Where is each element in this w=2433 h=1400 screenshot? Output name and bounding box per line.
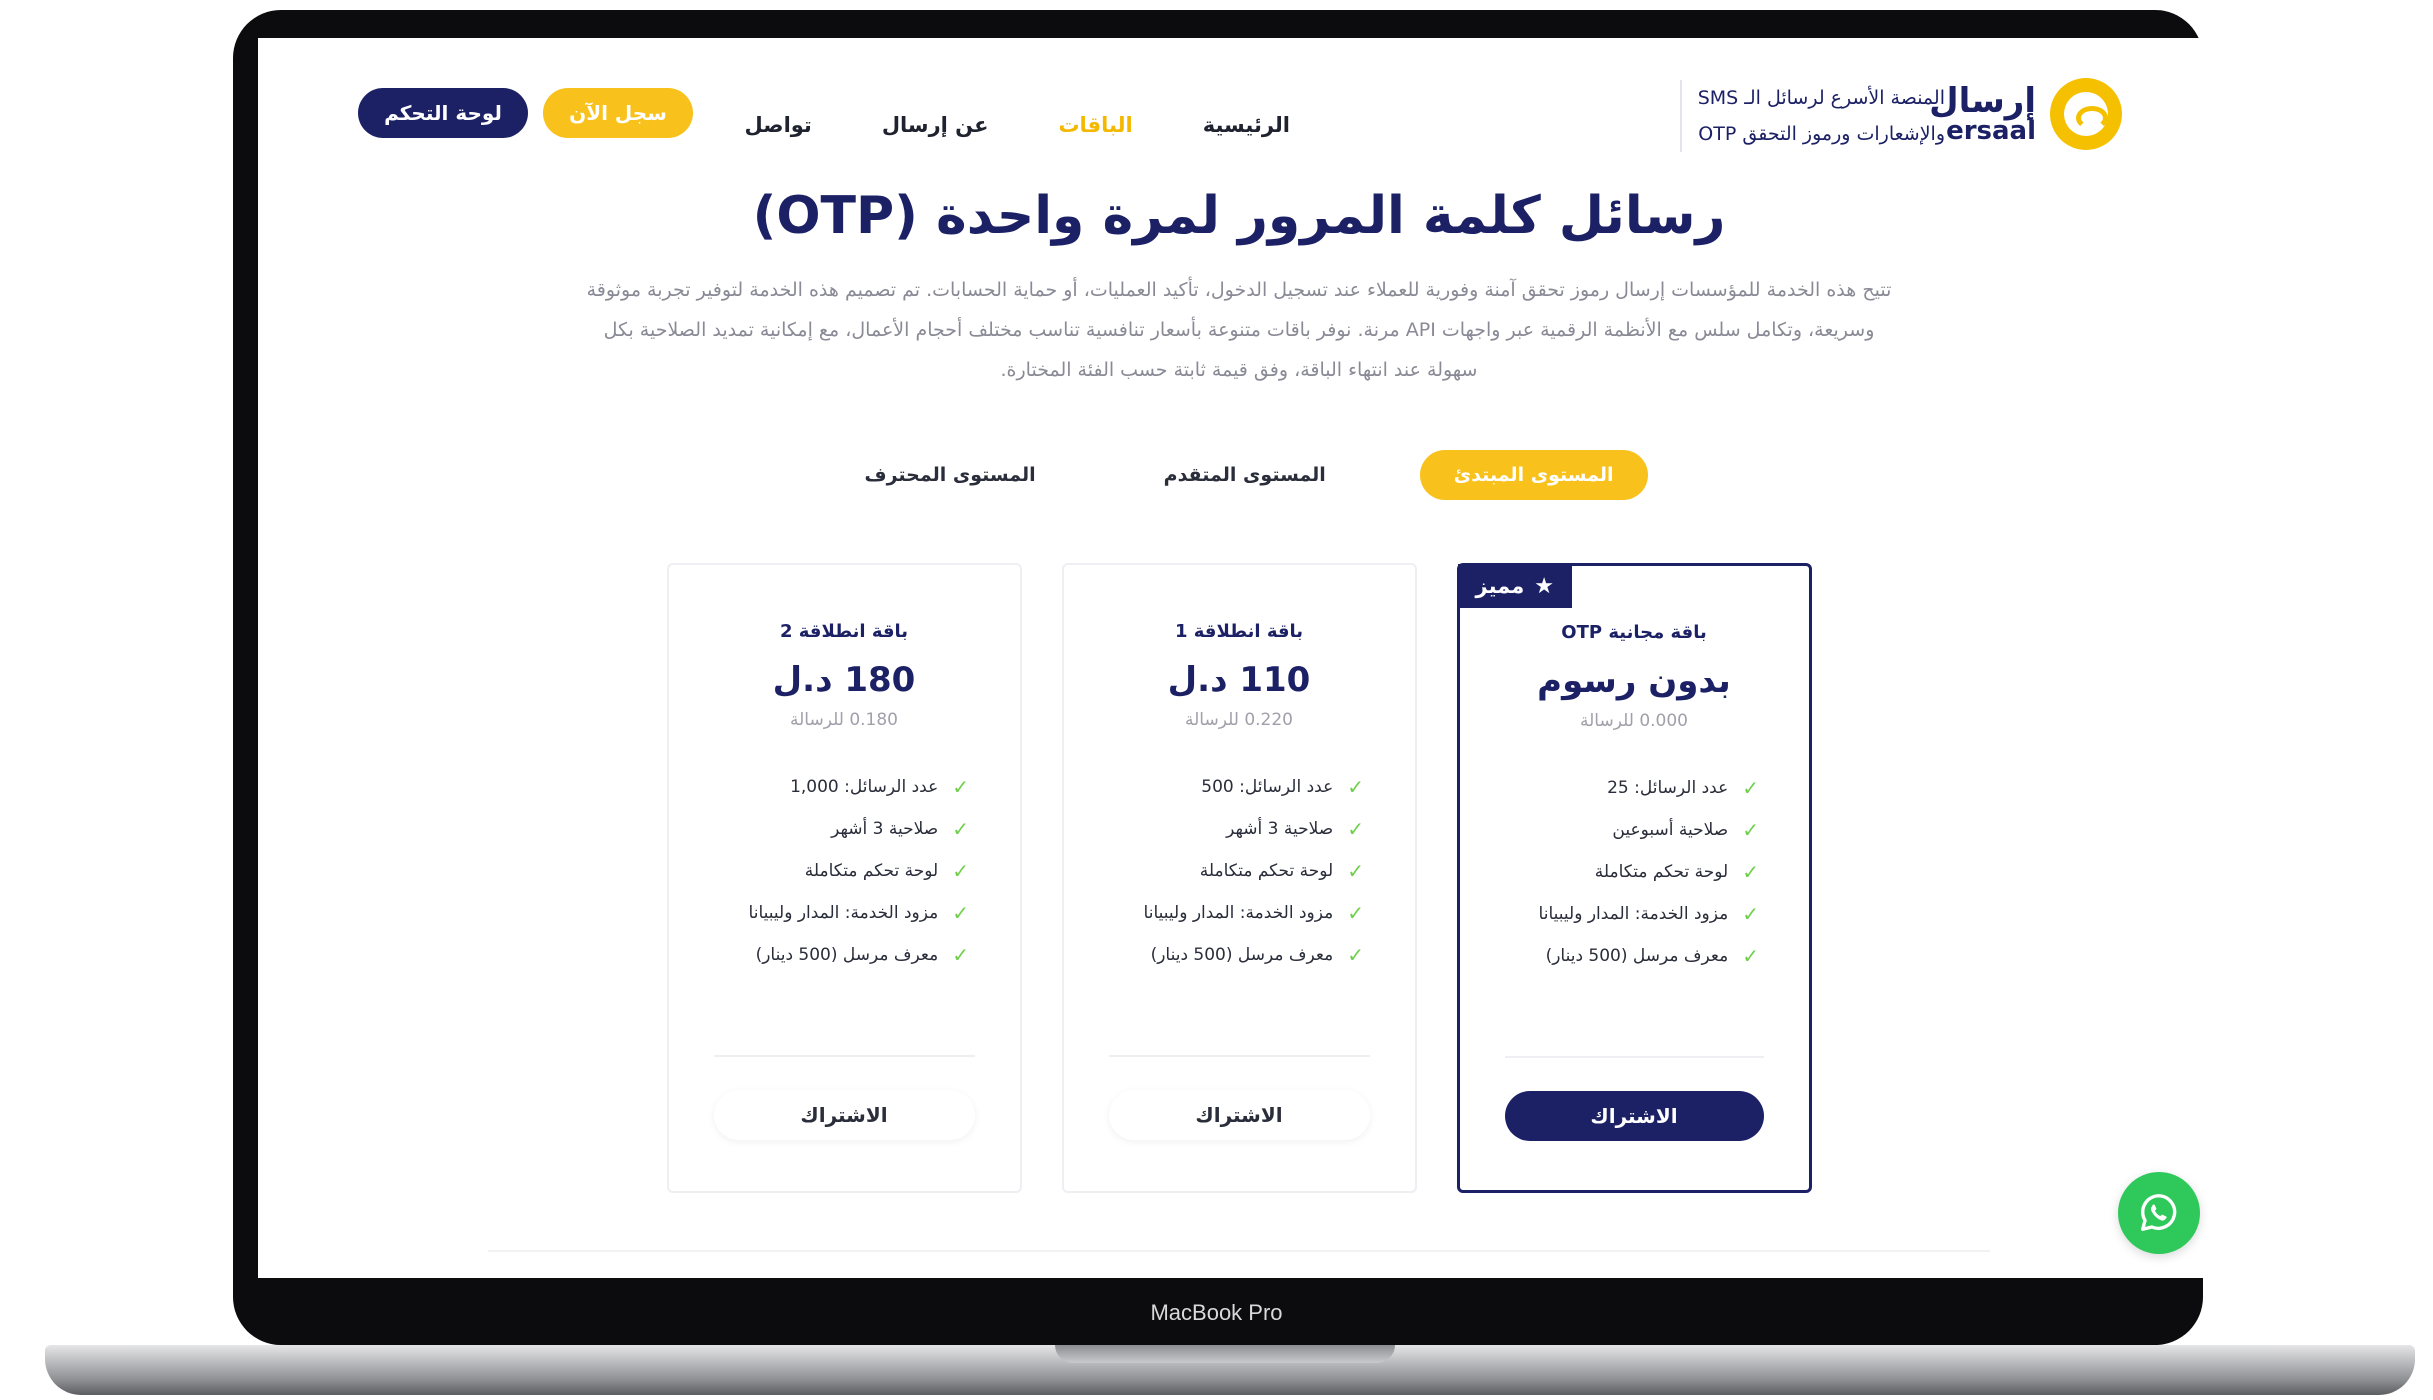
card-divider <box>1108 1055 1370 1057</box>
list-item: ✓ عدد الرسائل: 1,000 <box>719 766 969 808</box>
subscribe-button[interactable]: الاشتراك <box>713 1090 975 1140</box>
feature-text: عدد الرسائل: 25 <box>1607 778 1729 798</box>
device-label: MacBook Pro <box>1150 1300 1283 1325</box>
feature-text: مزود الخدمة: المدار وليبيانا <box>1143 903 1334 923</box>
main-nav: الرئيسية الباقات عن إرسال تواصل <box>745 113 1290 137</box>
whatsapp-button[interactable] <box>2118 1172 2200 1254</box>
card-unit-price: 0.180 للرسالة <box>790 710 898 730</box>
featured-badge: ★ مميز <box>1457 564 1572 608</box>
site-header: إرسال ersaal المنصة الأسرع لرسائل الـ SM… <box>258 58 2220 168</box>
check-icon: ✓ <box>952 817 969 841</box>
tab-advanced[interactable]: المستوى المتقدم <box>1130 450 1360 500</box>
feature-text: مزود الخدمة: المدار وليبيانا <box>748 903 939 923</box>
list-item: ✓ صلاحية 3 أشهر <box>1114 808 1364 850</box>
subscribe-button[interactable]: الاشتراك <box>1504 1091 1764 1141</box>
card-name: باقة انطلاقة 2 <box>779 621 909 642</box>
feature-text: لوحة تحكم متكاملة <box>1199 861 1334 881</box>
list-item: ✓ صلاحية 3 أشهر <box>719 808 969 850</box>
check-icon: ✓ <box>1742 944 1759 968</box>
card-price: 110 د.ل <box>1167 660 1311 700</box>
featured-badge-label: مميز <box>1475 574 1525 598</box>
nav-contact[interactable]: تواصل <box>745 113 812 137</box>
card-divider <box>713 1055 975 1057</box>
laptop-notch <box>1055 1345 1395 1363</box>
check-icon: ✓ <box>952 775 969 799</box>
list-item: ✓ مزود الخدمة: المدار وليبيانا <box>1114 892 1364 934</box>
pricing-card-launch-2: باقة انطلاقة 2 180 د.ل 0.180 للرسالة ✓ عد… <box>666 563 1022 1193</box>
card-price: 180 د.ل <box>772 660 916 700</box>
tagline-line-2: والإشعارات ورموز التحقق OTP <box>1698 123 1945 145</box>
feature-text: معرف مرسل (500 دينار) <box>1150 945 1334 965</box>
brand-logo[interactable]: إرسال ersaal <box>1929 78 2122 150</box>
list-item: ✓ مزود الخدمة: المدار وليبيانا <box>1509 893 1759 935</box>
register-button[interactable]: سجل الآن <box>543 88 693 138</box>
brand-name: إرسال ersaal <box>1929 84 2036 144</box>
page-description: تتيح هذه الخدمة للمؤسسات إرسال رموز تحقق… <box>586 279 1892 381</box>
list-item: ✓ صلاحية أسبوعين <box>1509 809 1759 851</box>
dashboard-button[interactable]: لوحة التحكم <box>358 88 528 138</box>
check-icon: ✓ <box>952 943 969 967</box>
list-item: ✓ عدد الرسائل: 500 <box>1114 766 1364 808</box>
check-icon: ✓ <box>1347 901 1364 925</box>
list-item: ✓ معرف مرسل (500 دينار) <box>1114 934 1364 976</box>
subscribe-button[interactable]: الاشتراك <box>1108 1090 1370 1140</box>
card-unit-price: 0.220 للرسالة <box>1185 710 1293 730</box>
star-icon: ★ <box>1534 573 1554 599</box>
check-icon: ✓ <box>1347 817 1364 841</box>
whatsapp-icon <box>2141 1194 2177 1231</box>
feature-text: صلاحية أسبوعين <box>1612 820 1729 840</box>
card-name: باقة انطلاقة 1 <box>1174 621 1304 642</box>
brand-name-en: ersaal <box>1946 116 2036 146</box>
feature-text: صلاحية 3 أشهر <box>1226 819 1334 839</box>
nav-packages[interactable]: الباقات <box>1058 113 1132 137</box>
feature-text: لوحة تحكم متكاملة <box>804 861 939 881</box>
nav-about[interactable]: عن إرسال <box>882 113 989 137</box>
brand-name-ar: إرسال <box>1929 81 2036 121</box>
nav-home[interactable]: الرئيسية <box>1203 113 1290 137</box>
list-item: ✓ مزود الخدمة: المدار وليبيانا <box>719 892 969 934</box>
list-item: ✓ لوحة تحكم متكاملة <box>719 850 969 892</box>
feature-text: عدد الرسائل: 500 <box>1201 777 1334 797</box>
page-title: رسائل كلمة المرور لمرة واحدة (OTP) <box>752 186 1726 246</box>
brand-tagline: المنصة الأسرع لرسائل الـ SMS والإشعارات … <box>1679 80 1945 152</box>
pricing-card-free: ★ مميز باقة مجانية OTP بدون رسوم 0.000 ل… <box>1456 563 1812 1193</box>
tagline-line-1: المنصة الأسرع لرسائل الـ SMS <box>1697 87 1945 109</box>
list-item: ✓ معرف مرسل (500 دينار) <box>1509 935 1759 977</box>
list-item: ✓ معرف مرسل (500 دينار) <box>719 934 969 976</box>
check-icon: ✓ <box>1742 902 1759 926</box>
card-divider <box>1504 1056 1764 1058</box>
check-icon: ✓ <box>1347 943 1364 967</box>
list-item: ✓ لوحة تحكم متكاملة <box>1114 850 1364 892</box>
pricing-cards: ★ مميز باقة مجانية OTP بدون رسوم 0.000 ل… <box>258 563 2220 1193</box>
website-screen: إرسال ersaal المنصة الأسرع لرسائل الـ SM… <box>258 38 2220 1278</box>
check-icon: ✓ <box>1742 818 1759 842</box>
tab-professional[interactable]: المستوى المحترف <box>831 450 1070 500</box>
list-item: ✓ لوحة تحكم متكاملة <box>1509 851 1759 893</box>
chat-bubble-icon <box>2050 78 2122 150</box>
tab-beginner[interactable]: المستوى المبتدئ <box>1419 450 1648 500</box>
check-icon: ✓ <box>952 901 969 925</box>
check-icon: ✓ <box>1742 776 1759 800</box>
feature-text: عدد الرسائل: 1,000 <box>790 777 939 797</box>
check-icon: ✓ <box>1347 859 1364 883</box>
feature-text: صلاحية 3 أشهر <box>831 819 939 839</box>
feature-list: ✓ عدد الرسائل: 25 ✓ صلاحية أسبوعين ✓ لوحة ت… <box>1509 767 1759 977</box>
card-name: باقة مجانية OTP <box>1561 622 1707 643</box>
level-tabs: المستوى المبتدئ المستوى المتقدم المستوى … <box>258 450 2220 500</box>
card-price: بدون رسوم <box>1537 661 1731 701</box>
check-icon: ✓ <box>952 859 969 883</box>
feature-text: مزود الخدمة: المدار وليبيانا <box>1538 904 1729 924</box>
list-item: ✓ عدد الرسائل: 25 <box>1509 767 1759 809</box>
feature-list: ✓ عدد الرسائل: 500 ✓ صلاحية 3 أشهر ✓ لوحة ت… <box>1114 766 1364 976</box>
feature-list: ✓ عدد الرسائل: 1,000 ✓ صلاحية 3 أشهر ✓ لوحة… <box>719 766 969 976</box>
check-icon: ✓ <box>1347 775 1364 799</box>
check-icon: ✓ <box>1742 860 1759 884</box>
card-unit-price: 0.000 للرسالة <box>1580 711 1688 731</box>
pricing-card-launch-1: باقة انطلاقة 1 110 د.ل 0.220 للرسالة ✓ عد… <box>1061 563 1417 1193</box>
section-divider <box>488 1250 1990 1252</box>
feature-text: معرف مرسل (500 دينار) <box>755 945 939 965</box>
feature-text: معرف مرسل (500 دينار) <box>1545 946 1729 966</box>
feature-text: لوحة تحكم متكاملة <box>1594 862 1729 882</box>
